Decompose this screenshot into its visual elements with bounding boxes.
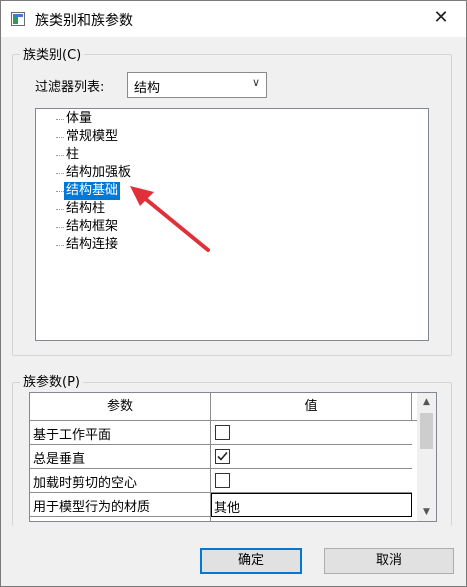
tree-connector [56,137,64,138]
filter-label: 过滤器列表: [35,80,105,95]
ok-button[interactable]: 确定 [200,548,302,574]
checkbox[interactable] [215,473,230,488]
table-row: 基于工作平面 [30,421,412,445]
table-row: 总是垂直 [30,445,412,469]
param-name: 总是垂直 [30,445,211,468]
window-title: 族类别和族参数 [35,13,133,29]
column-header-value[interactable]: 值 [211,393,412,421]
tree-item[interactable]: 结构框架 [64,218,120,236]
checkbox[interactable] [215,425,230,440]
table-row-partial [30,517,412,522]
material-value-input[interactable]: 其他 [211,493,412,517]
column-header-param[interactable]: 参数 [30,393,211,421]
table-row: 用于模型行为的材质 其他 [30,493,412,517]
title-bar: 族类别和族参数 ✕ [1,1,466,37]
scroll-up-icon[interactable]: ▲ [417,393,436,411]
tree-item[interactable]: 柱 [64,146,81,164]
scroll-thumb[interactable] [420,413,433,449]
checkmark-icon [217,451,228,461]
param-value-cell [211,421,412,444]
grid-header: 参数 值 [30,393,418,421]
tree-item[interactable]: 结构柱 [64,200,107,218]
filter-dropdown[interactable]: 结构 ∨ [127,72,267,98]
close-icon[interactable]: ✕ [430,7,452,29]
param-name: 加载时剪切的空心 [30,469,211,492]
params-group-legend: 族参数(P) [20,371,83,390]
table-row: 加载时剪切的空心 [30,469,412,493]
tree-connector [56,119,64,120]
category-group-legend: 族类别(C) [20,44,85,63]
checkbox[interactable] [215,449,230,464]
chevron-down-icon: ∨ [251,76,260,89]
tree-item-selected[interactable]: 结构基础 [64,182,121,200]
annotation-arrow-icon [130,186,210,252]
tree-connector [56,191,64,192]
param-value-cell [211,445,412,468]
tree-connector [56,245,64,246]
param-value-cell [211,517,412,522]
filter-value: 结构 [134,81,161,96]
params-grid: 参数 值 基于工作平面 总是垂直 加载时剪切的空心 用于模型行为的材质 其他 ▲ [29,392,437,522]
vertical-scrollbar[interactable]: ▲ ▼ [417,393,436,521]
tree-item[interactable]: 常规模型 [64,128,120,146]
app-icon [11,12,25,26]
tree-item[interactable]: 结构连接 [64,236,120,254]
param-name [30,517,211,521]
tree-item[interactable]: 体量 [64,110,94,128]
param-value-cell: 其他 [211,493,412,517]
checkbox[interactable] [215,521,230,522]
scroll-down-icon[interactable]: ▼ [417,503,436,521]
param-name: 基于工作平面 [30,421,211,444]
tree-connector [56,227,64,228]
category-tree[interactable]: 体量 常规模型 柱 结构加强板 结构基础 结构柱 结构框架 结构连接 [35,108,429,341]
param-value-cell [211,469,412,492]
tree-connector [56,173,64,174]
param-name: 用于模型行为的材质 [30,493,211,516]
tree-connector [56,155,64,156]
tree-connector [56,209,64,210]
cancel-button[interactable]: 取消 [324,548,454,574]
tree-item[interactable]: 结构加强板 [64,164,133,182]
